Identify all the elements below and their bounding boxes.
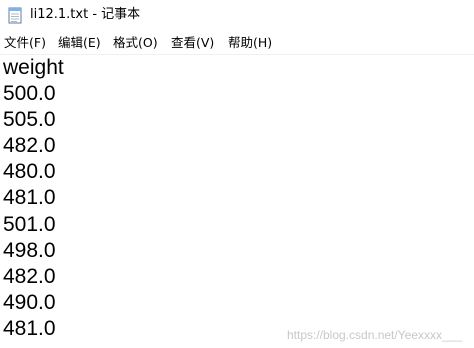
text-line: 480.0 <box>3 160 56 184</box>
text-line: 500.0 <box>3 82 56 106</box>
menu-help[interactable]: 帮助(H) <box>228 34 272 52</box>
menu-view[interactable]: 查看(V) <box>171 34 214 52</box>
text-line: 501.0 <box>3 212 56 236</box>
text-line: 482.0 <box>3 264 56 288</box>
text-line: 498.0 <box>3 238 56 262</box>
title-bar[interactable]: li12.1.txt - 记事本 <box>0 0 474 32</box>
menu-edit[interactable]: 编辑(E) <box>58 34 101 52</box>
text-line: 481.0 <box>3 186 56 210</box>
menu-format[interactable]: 格式(O) <box>113 34 158 52</box>
text-line: 482.0 <box>3 134 56 158</box>
text-editor[interactable]: weight 500.0 505.0 482.0 480.0 481.0 501… <box>0 55 474 348</box>
notepad-icon <box>8 6 22 24</box>
text-line: weight <box>3 56 64 79</box>
menu-file[interactable]: 文件(F) <box>4 34 46 52</box>
text-line: 481.0 <box>3 316 56 340</box>
menu-bar: 文件(F) 编辑(E) 格式(O) 查看(V) 帮助(H) <box>0 32 474 55</box>
text-line: 490.0 <box>3 290 56 314</box>
watermark-text: https://blog.csdn.net/Yeexxxx___ <box>286 328 462 342</box>
window-title: li12.1.txt - 记事本 <box>30 7 141 22</box>
text-line: 505.0 <box>3 108 56 132</box>
text-content: weight 500.0 505.0 482.0 480.0 481.0 501… <box>3 55 64 342</box>
